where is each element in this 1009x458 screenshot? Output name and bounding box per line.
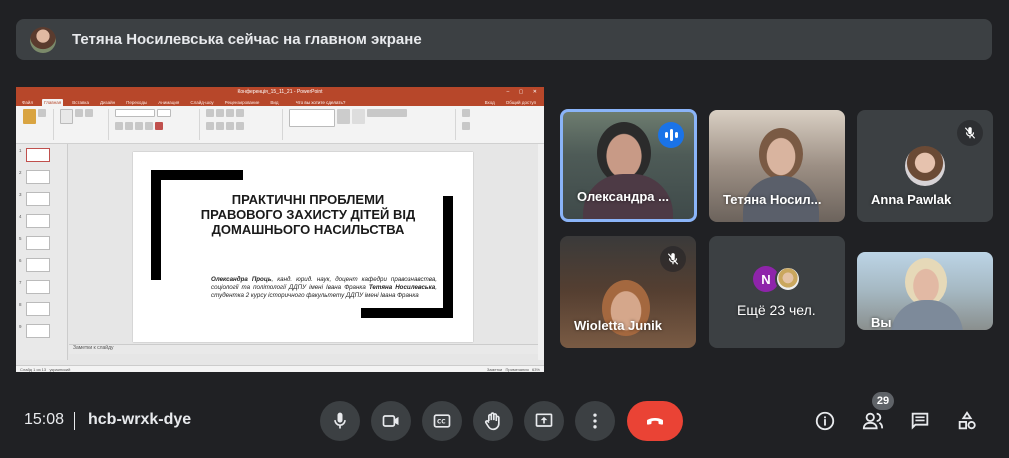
present-screen-button[interactable] [524, 401, 564, 441]
slide-authors: Олександра Проць, канд. юрид. наук, доце… [211, 276, 437, 301]
shared-screen[interactable]: Конференція_15_11_21 - PowerPoint – ▢ ✕ … [16, 87, 544, 372]
more-vert-icon [593, 413, 597, 429]
microphone-button[interactable] [320, 401, 360, 441]
language-label: украинский [49, 366, 71, 372]
current-slide[interactable]: ПРАКТИЧНІ ПРОБЛЕМИ ПРАВОВОГО ЗАХИСТУ ДІТ… [133, 152, 473, 342]
ppt-share: Общий доступ [505, 100, 536, 105]
presenter-avatar [30, 26, 56, 53]
ppt-tab: Рецензирование [224, 100, 260, 105]
ppt-tab: Слайд-шоу [190, 100, 214, 105]
slide-thumbnail[interactable] [26, 192, 50, 206]
more-participants-label: Ещё 23 чел. [737, 302, 816, 318]
slide-thumbnail[interactable] [26, 236, 50, 250]
speaking-indicator-icon [658, 122, 684, 148]
end-call-icon [647, 418, 663, 425]
author2-name: Тетяна Носилевська [368, 284, 436, 292]
participant-tile[interactable]: Anna Pawlak [857, 110, 993, 222]
leave-call-button[interactable] [627, 401, 683, 441]
slide-thumbnails[interactable]: 1 2 3 4 5 6 7 8 9 [16, 144, 68, 360]
ribbon-group-drawing [286, 109, 456, 140]
slide-thumbnail[interactable] [26, 258, 50, 272]
hand-icon [485, 412, 500, 431]
captions-button[interactable]: CC [422, 401, 462, 441]
mic-icon [334, 412, 346, 429]
window-controls-icon: – ▢ ✕ [506, 89, 541, 95]
participant-name: Тетяна Носил... [723, 192, 822, 207]
more-participants-tile[interactable]: N Ещё 23 чел. [709, 236, 845, 348]
self-view-tile[interactable]: Вы [857, 252, 993, 330]
ppt-tab: Вставка [72, 100, 89, 105]
meet-window: Тетяна Носилевська сейчас на главном экр… [0, 0, 1009, 458]
ppt-ribbon [16, 106, 544, 144]
divider [74, 412, 75, 430]
present-icon [535, 413, 553, 427]
meeting-details-button[interactable] [807, 403, 843, 439]
author1-name: Олександра Проць [211, 276, 272, 283]
participant-name: Anna Pawlak [871, 192, 952, 207]
ppt-search-hint: Что вы хотите сделать? [295, 100, 346, 105]
camera-button[interactable] [371, 401, 411, 441]
presenter-banner-text: Тетяна Носилевська сейчас на главном экр… [72, 31, 422, 48]
ppt-titlebar: Конференція_15_11_21 - PowerPoint – ▢ ✕ [16, 87, 544, 97]
captions-icon: CC [433, 414, 451, 428]
ppt-tab: Вид [270, 100, 279, 105]
comments-toggle: Примечания [505, 366, 529, 372]
ribbon-group-paragraph [203, 109, 283, 140]
ppt-login: Вход [484, 100, 495, 105]
slide-thumbnail[interactable] [26, 214, 50, 228]
slide-notes[interactable]: Заметки к слайду [69, 344, 539, 354]
clock: 15:08 [24, 411, 65, 428]
presenter-banner: Тетяна Носилевська сейчас на главном экр… [16, 19, 992, 60]
ribbon-group-clipboard [20, 109, 54, 140]
ribbon-group-slides [57, 109, 109, 140]
mic-off-icon [957, 120, 983, 146]
participant-video [905, 258, 947, 306]
ppt-tab: Анимация [158, 100, 180, 105]
info-icon [815, 411, 835, 431]
participant-name: Wioletta Junik [574, 318, 663, 333]
participant-body [891, 300, 963, 330]
people-icon [862, 412, 884, 430]
participant-name: Вы [871, 315, 892, 330]
control-bar: 15:08 hcb-wrxk-dye CC 29 [0, 390, 1009, 450]
camera-icon [382, 415, 399, 427]
ppt-window-title: Конференція_15_11_21 - PowerPoint [237, 89, 323, 95]
participant-tile[interactable]: Wioletta Junik [560, 236, 696, 348]
ribbon-group-font [112, 109, 200, 140]
ppt-tab-active: Главная [42, 99, 64, 106]
slide-thumbnail[interactable] [26, 170, 50, 184]
ribbon-group-editing [459, 109, 503, 140]
slide-thumbnail[interactable] [26, 302, 50, 316]
ppt-tab: Переходы [126, 100, 148, 105]
raise-hand-button[interactable] [473, 401, 513, 441]
activities-icon [958, 411, 976, 430]
ppt-statusbar: Слайд 1 из 13 украинский Заметки Примеча… [16, 365, 544, 372]
ppt-body: 1 2 3 4 5 6 7 8 9 ПРАКТИЧНІ ПРОБЛЕМИ ПРА… [16, 144, 544, 360]
chat-icon [911, 412, 929, 430]
slide-counter: Слайд 1 из 13 [20, 366, 47, 372]
participant-tile-speaking[interactable]: Олександра ... [560, 109, 697, 222]
svg-text:CC: CC [437, 420, 446, 426]
mic-off-icon [660, 246, 686, 272]
slide-thumbnail[interactable] [26, 280, 50, 294]
chat-button[interactable] [902, 403, 938, 439]
slide-thumbnail[interactable] [26, 148, 50, 162]
ppt-tab: Файл [22, 100, 34, 105]
participant-video [759, 128, 803, 180]
ppt-ribbon-tabs: Файл Главная Вставка Дизайн Переходы Ани… [16, 97, 544, 106]
participant-count-badge: 29 [872, 392, 894, 410]
slide-title: ПРАКТИЧНІ ПРОБЛЕМИ ПРАВОВОГО ЗАХИСТУ ДІТ… [200, 192, 416, 237]
avatar [905, 146, 945, 186]
scrollbar[interactable] [538, 144, 544, 360]
ppt-tab: Дизайн [99, 100, 116, 105]
zoom-level: 63% [531, 366, 540, 372]
more-options-button[interactable] [575, 401, 615, 441]
participant-tile[interactable]: Тетяна Носил... [709, 110, 845, 222]
activities-button[interactable] [949, 403, 985, 439]
meeting-code: hcb-wrxk-dye [88, 411, 192, 428]
notes-toggle: Заметки [486, 366, 503, 372]
slide-thumbnail[interactable] [26, 324, 50, 338]
avatar [775, 266, 801, 292]
participant-name: Олександра ... [577, 189, 669, 204]
